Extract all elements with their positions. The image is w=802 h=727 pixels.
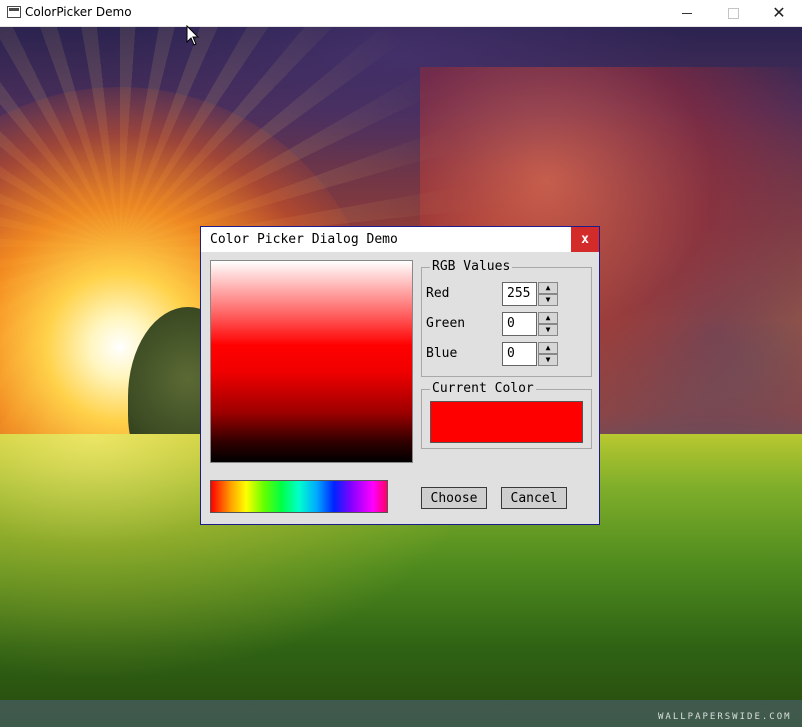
dialog-title: Color Picker Dialog Demo	[210, 232, 398, 247]
arrow-down-icon: ▼	[545, 325, 551, 334]
current-color-legend: Current Color	[430, 381, 536, 396]
saturation-value-picker[interactable]	[210, 260, 413, 463]
red-increment-button[interactable]: ▲	[538, 282, 558, 294]
red-spinner[interactable]: 255 ▲ ▼	[502, 282, 558, 306]
dialog-titlebar[interactable]: Color Picker Dialog Demo x	[201, 227, 599, 252]
red-label: Red	[426, 286, 450, 301]
rgb-values-group: RGB Values Red 255 ▲ ▼ Green 0 ▲ ▼ Blue …	[421, 259, 592, 377]
arrow-down-icon: ▼	[545, 295, 551, 304]
choose-button[interactable]: Choose	[421, 487, 487, 509]
minimize-button[interactable]	[664, 0, 710, 26]
window-titlebar: ColorPicker Demo ✕	[0, 0, 802, 27]
app-window-icon	[7, 6, 21, 18]
close-icon: ✕	[772, 3, 786, 22]
rgb-group-legend: RGB Values	[430, 259, 513, 274]
window-title: ColorPicker Demo	[25, 5, 132, 19]
mouse-cursor-icon	[186, 25, 200, 46]
arrow-up-icon: ▲	[545, 313, 551, 322]
arrow-up-icon: ▲	[545, 343, 551, 352]
red-decrement-button[interactable]: ▼	[538, 294, 558, 306]
green-increment-button[interactable]: ▲	[538, 312, 558, 324]
maximize-icon	[727, 7, 739, 19]
blue-increment-button[interactable]: ▲	[538, 342, 558, 354]
dialog-close-button[interactable]: x	[571, 227, 599, 252]
green-decrement-button[interactable]: ▼	[538, 324, 558, 336]
blue-decrement-button[interactable]: ▼	[538, 354, 558, 366]
green-field[interactable]: 0	[502, 312, 537, 336]
blue-label: Blue	[426, 346, 458, 361]
green-spinner[interactable]: 0 ▲ ▼	[502, 312, 558, 336]
current-color-swatch	[430, 401, 583, 443]
color-picker-dialog: Color Picker Dialog Demo x RGB Values Re…	[200, 226, 600, 525]
window-close-button[interactable]: ✕	[756, 0, 802, 26]
maximize-button[interactable]	[710, 0, 756, 26]
wallpaper-watermark: WALLPAPERSWIDE.COM	[658, 712, 792, 722]
minimize-icon	[682, 12, 692, 14]
arrow-down-icon: ▼	[545, 355, 551, 364]
blue-field[interactable]: 0	[502, 342, 537, 366]
current-color-group: Current Color	[421, 381, 592, 449]
cancel-button[interactable]: Cancel	[501, 487, 567, 509]
blue-spinner[interactable]: 0 ▲ ▼	[502, 342, 558, 366]
green-label: Green	[426, 316, 466, 331]
red-field[interactable]: 255	[502, 282, 537, 306]
arrow-up-icon: ▲	[545, 283, 551, 292]
hue-slider[interactable]	[210, 480, 388, 513]
close-icon: x	[581, 232, 589, 247]
